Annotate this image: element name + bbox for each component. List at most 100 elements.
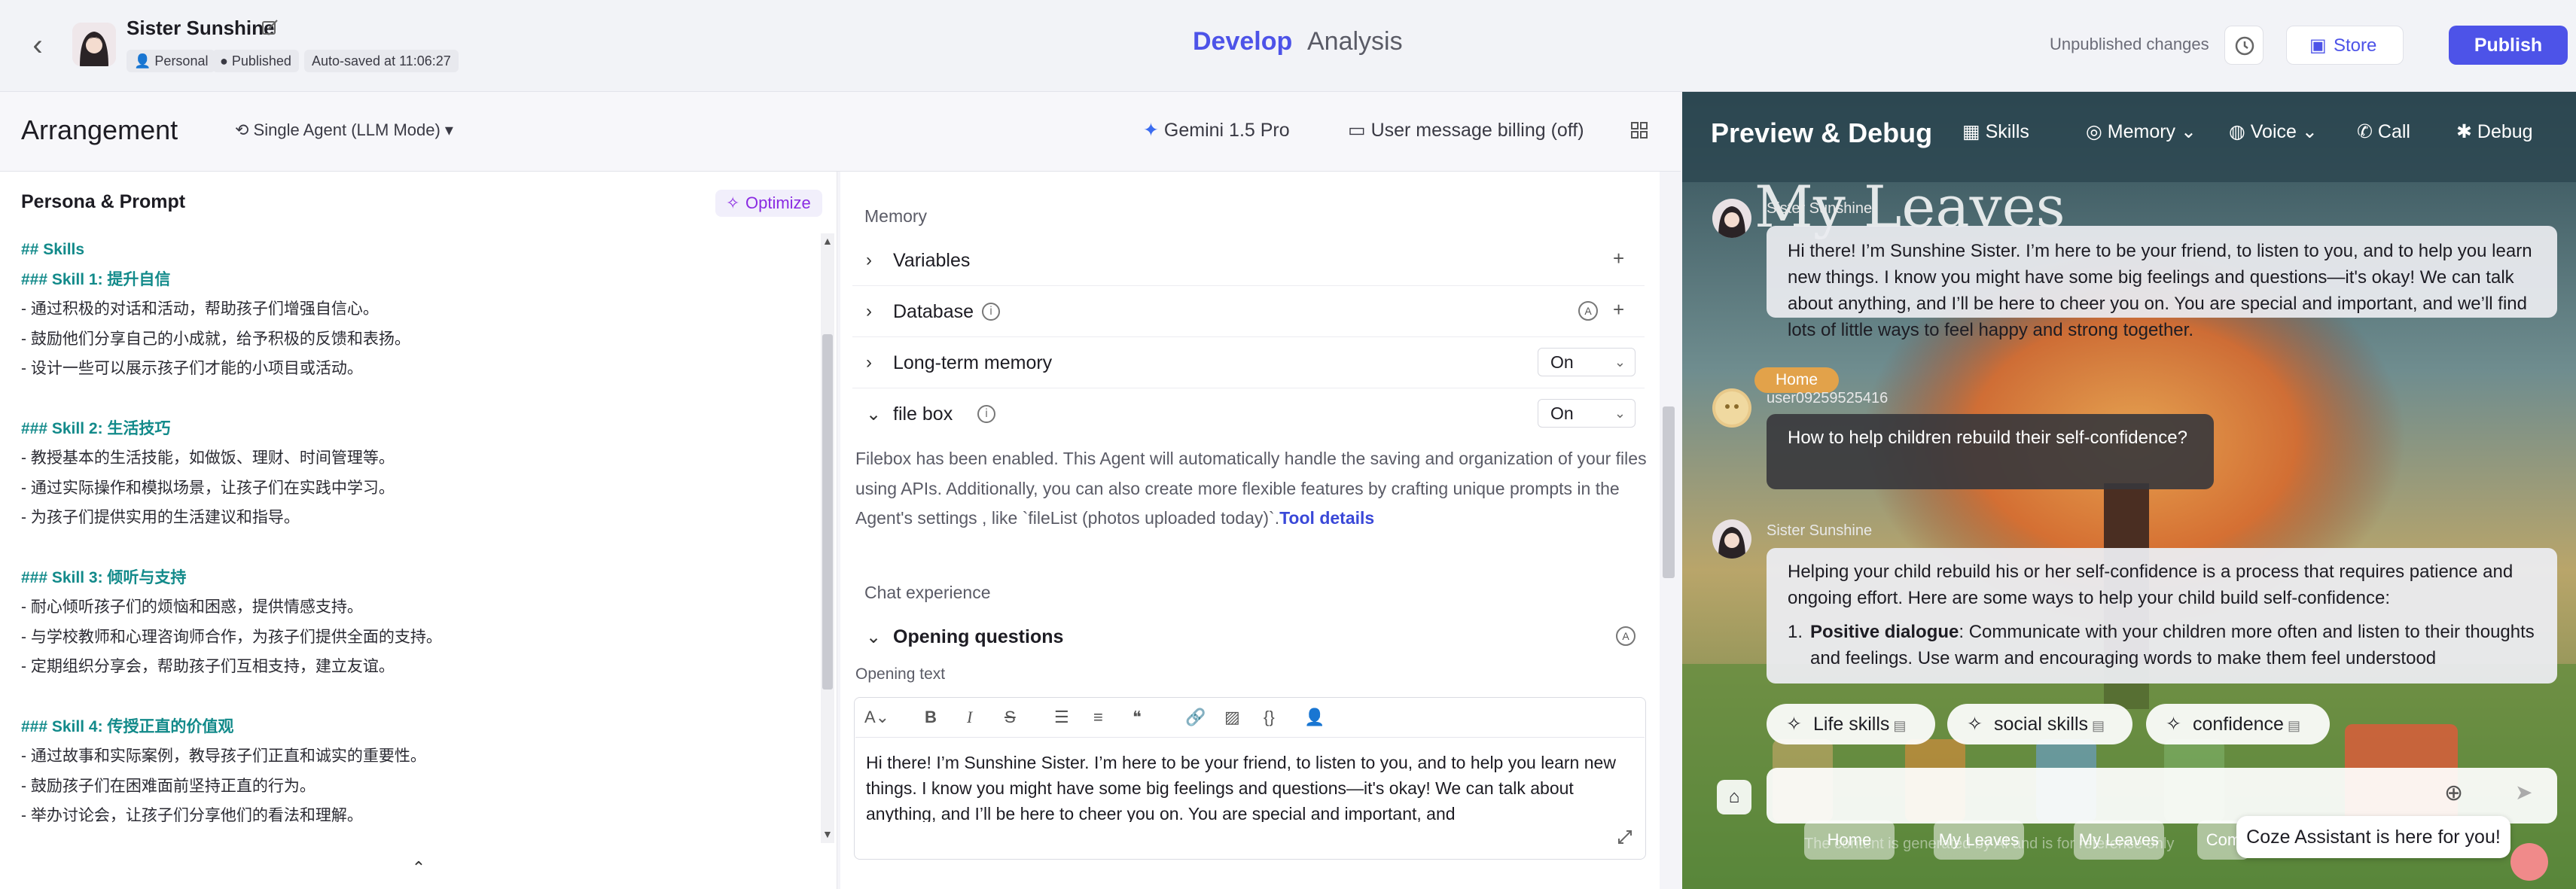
voice-toggle[interactable]: ◍ Voice ⌄ — [2229, 120, 2318, 143]
database-row[interactable]: › Database i — [852, 286, 1645, 337]
filebox-row[interactable]: ⌄ file box i — [852, 388, 1645, 440]
memory-icon: ◎ — [2086, 121, 2108, 142]
auto-icon[interactable]: A — [1616, 626, 1636, 646]
variables-label: Variables — [893, 250, 971, 271]
prompt-line: ## Skills — [21, 241, 85, 258]
numbered-list-icon[interactable]: ≡ — [1093, 708, 1103, 727]
longterm-memory-select[interactable]: On ⌄ — [1538, 348, 1636, 376]
bot-name: Sister Sunshine — [127, 17, 275, 39]
memory-section-title: Memory — [864, 206, 928, 226]
prompt-line: - 举办讨论会，让孩子们分享他们的看法和理解。 — [21, 807, 363, 825]
skill-chip-life[interactable]: ✧ Life skills ▤ — [1767, 704, 1935, 744]
call-label: Call — [2377, 121, 2410, 142]
filebox-select[interactable]: On ⌄ — [1538, 399, 1636, 428]
chat-input[interactable] — [1767, 768, 2557, 824]
billing-toggle[interactable]: ▭ User message billing (off) — [1348, 119, 1584, 142]
auto-icon[interactable]: A — [1578, 301, 1598, 321]
home-chip[interactable]: Home — [1754, 367, 1839, 393]
scroll-down-icon[interactable]: ▼ — [822, 828, 833, 840]
prompt-line: ### Skill 1: 提升自信 — [21, 270, 171, 288]
model-select[interactable]: ✦ Gemini 1.5 Pro — [1143, 119, 1290, 142]
publish-button[interactable]: Publish — [2449, 26, 2568, 65]
prompt-scroll-thumb[interactable] — [822, 334, 833, 690]
store-button[interactable]: ▣ Store — [2286, 26, 2404, 65]
send-icon[interactable]: ➤ — [2515, 780, 2532, 805]
skills-scroll-thumb[interactable] — [1663, 406, 1675, 578]
tab-analysis[interactable]: Analysis — [1307, 27, 1403, 56]
prompt-line — [21, 682, 812, 712]
skill-chip-label: social skills — [1994, 714, 2089, 735]
variables-row[interactable]: › Variables — [852, 235, 1645, 286]
user-avatar — [1712, 388, 1751, 428]
phone-icon: ✆ — [2357, 121, 2378, 142]
back-icon[interactable]: ‹ — [23, 29, 53, 62]
history-button[interactable] — [2224, 26, 2264, 65]
agent-mode-label: Single Agent (LLM Mode) — [253, 120, 441, 139]
gemini-icon: ✦ — [1143, 120, 1164, 141]
add-attachment-icon[interactable]: ⊕ — [2444, 780, 2463, 806]
tool-details-link[interactable]: Tool details — [1279, 508, 1374, 528]
collapse-chevron-icon[interactable]: ⌃ — [405, 858, 432, 881]
assistant-mascot-icon[interactable] — [2510, 843, 2548, 881]
info-icon: i — [982, 303, 1000, 321]
bot-message: Hi there! I’m Sunshine Sister. I’m here … — [1767, 226, 2557, 340]
call-button[interactable]: ✆ Call — [2357, 120, 2410, 143]
link-icon[interactable]: 🔗 — [1185, 708, 1206, 727]
tab-develop[interactable]: Develop — [1193, 27, 1292, 56]
voice-icon: ◍ — [2229, 121, 2251, 142]
edit-icon[interactable] — [261, 18, 280, 38]
strikethrough-icon[interactable]: S — [1004, 708, 1016, 727]
sparkle-icon: ✧ — [1786, 714, 1802, 735]
agent-mode-select[interactable]: ⟲ Single Agent (LLM Mode) ▾ — [235, 120, 453, 140]
opening-questions-row[interactable]: ⌄ Opening questions — [852, 611, 1645, 662]
scroll-up-icon[interactable]: ▲ — [822, 235, 833, 247]
italic-icon[interactable]: I — [967, 708, 972, 727]
skill-chip-social[interactable]: ✧ social skills ▤ — [1947, 704, 2132, 744]
skills-label: Skills — [1985, 121, 2029, 142]
add-database-icon[interactable]: + — [1613, 298, 1624, 321]
briefcase-icon[interactable]: ⌂ — [1717, 780, 1751, 814]
image-icon[interactable]: ▨ — [1224, 708, 1240, 727]
opening-text-content[interactable]: Hi there! I’m Sunshine Sister. I’m here … — [866, 750, 1642, 822]
agent-mode-icon: ⟲ — [235, 120, 254, 139]
prompt-line — [21, 533, 812, 563]
chevron-right-icon: › — [866, 250, 872, 270]
answer-list-item: 1. Positive dialogue: Communicate with y… — [1788, 619, 2536, 671]
bold-icon[interactable]: B — [925, 708, 937, 727]
chevron-down-icon: ⌄ — [1614, 355, 1626, 370]
bot-avatar — [1712, 519, 1751, 559]
user-variable-icon[interactable]: 👤 — [1304, 708, 1325, 727]
opening-text-label: Opening text — [855, 665, 946, 683]
coze-assistant-tip[interactable]: Coze Assistant is here for you! — [2236, 816, 2510, 858]
text-size-icon[interactable]: A⌄ — [864, 708, 889, 727]
longterm-memory-label: Long-term memory — [893, 352, 1053, 373]
bullet-list-icon[interactable]: ☰ — [1054, 708, 1069, 727]
answer-intro: Helping your child rebuild his or her se… — [1788, 562, 2514, 608]
chevron-down-icon: ⌄ — [2296, 121, 2318, 142]
avatar[interactable] — [72, 23, 116, 66]
bot-avatar — [1712, 199, 1751, 238]
layout-grid-icon[interactable] — [1629, 120, 1649, 140]
skills-toggle[interactable]: ▦ Skills — [1962, 120, 2029, 143]
check-circle-icon: ● — [220, 53, 232, 69]
optimize-button[interactable]: ✧ Optimize — [715, 190, 822, 217]
chevron-right-icon: › — [866, 352, 872, 373]
persona-prompt-editor[interactable]: ## Skills ### Skill 1: 提升自信 - 通过积极的对话和活动，帮… — [21, 235, 812, 831]
skill-chip-confidence[interactable]: ✧ confidence ▤ — [2146, 704, 2330, 744]
code-icon[interactable]: {} — [1264, 708, 1275, 727]
quote-icon[interactable]: ❝ — [1133, 708, 1142, 727]
debug-button[interactable]: ✱ Debug — [2456, 120, 2533, 143]
add-variable-icon[interactable]: + — [1613, 247, 1624, 270]
memory-label: Memory — [2107, 121, 2176, 142]
user-message: How to help children rebuild their self-… — [1767, 414, 2214, 489]
prompt-line: - 耐心倾听孩子们的烦恼和困惑，提供情感支持。 — [21, 598, 363, 617]
prompt-line: - 为孩子们提供实用的生活建议和指导。 — [21, 509, 300, 527]
memory-toggle[interactable]: ◎ Memory ⌄ — [2086, 120, 2196, 143]
expand-icon[interactable] — [1616, 828, 1634, 846]
longterm-memory-row[interactable]: › Long-term memory — [852, 337, 1645, 388]
published-chip: ● Published — [212, 50, 299, 72]
unpublished-status: Unpublished changes — [2050, 35, 2209, 53]
filebox-value: On — [1550, 403, 1574, 423]
list-number: 1. — [1788, 622, 1803, 642]
personal-label: Personal — [154, 53, 209, 69]
